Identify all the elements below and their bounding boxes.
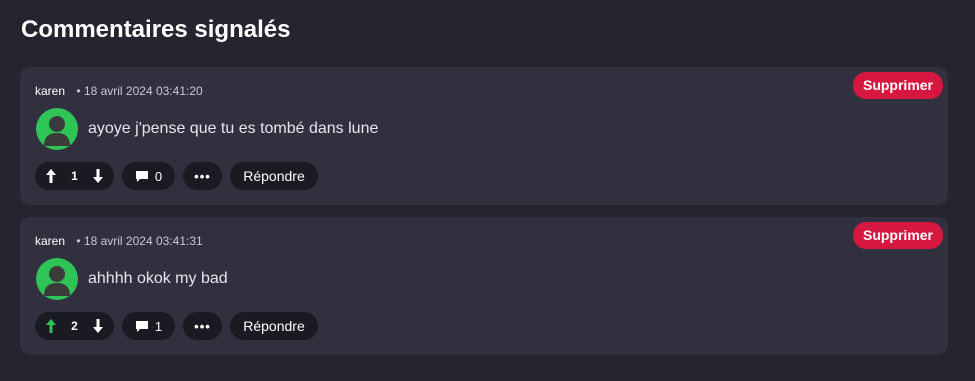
arrow-up-icon[interactable]	[45, 168, 57, 184]
comment-author[interactable]: karen	[35, 84, 65, 98]
vote-count: 2	[71, 319, 78, 333]
comment-meta: karen • 18 avril 2024 03:41:20	[35, 84, 203, 98]
delete-button[interactable]: Supprimer	[852, 72, 943, 99]
user-avatar-icon	[36, 108, 78, 150]
user-avatar-icon	[36, 258, 78, 300]
comment-actions: 2 1 ••• Répondre	[35, 312, 318, 340]
delete-button[interactable]: Supprimer	[852, 222, 943, 249]
comment-card: karen • 18 avril 2024 03:41:20 Supprimer…	[20, 67, 948, 205]
arrow-up-icon[interactable]	[45, 318, 57, 334]
comment-date: • 18 avril 2024 03:41:20	[76, 84, 203, 98]
speech-bubble-icon	[135, 320, 149, 333]
reported-comments-page: Commentaires signalés karen • 18 avril 2…	[0, 0, 975, 381]
more-options-button[interactable]: •••	[183, 312, 222, 340]
page-title: Commentaires signalés	[21, 16, 291, 43]
arrow-down-icon[interactable]	[92, 318, 104, 334]
speech-bubble-icon	[135, 170, 149, 183]
reply-button[interactable]: Répondre	[230, 162, 318, 190]
comment-count: 1	[154, 318, 163, 334]
vote-count: 1	[71, 169, 78, 183]
more-options-button[interactable]: •••	[183, 162, 222, 190]
reply-button[interactable]: Répondre	[230, 312, 318, 340]
comment-date: • 18 avril 2024 03:41:31	[76, 234, 203, 248]
vote-control: 1	[35, 162, 114, 190]
comment-meta: karen • 18 avril 2024 03:41:31	[35, 234, 203, 248]
comment-actions: 1 0 ••• Répondre	[35, 162, 318, 190]
comment-count: 0	[154, 168, 163, 184]
arrow-down-icon[interactable]	[92, 168, 104, 184]
comment-card: karen • 18 avril 2024 03:41:31 Supprimer…	[20, 217, 948, 355]
comment-author[interactable]: karen	[35, 234, 65, 248]
comments-button[interactable]: 1	[122, 312, 175, 340]
comment-text: ahhhh okok my bad	[88, 270, 228, 287]
comment-text: ayoye j'pense que tu es tombé dans lune	[88, 120, 379, 137]
vote-control: 2	[35, 312, 114, 340]
comments-button[interactable]: 0	[122, 162, 175, 190]
